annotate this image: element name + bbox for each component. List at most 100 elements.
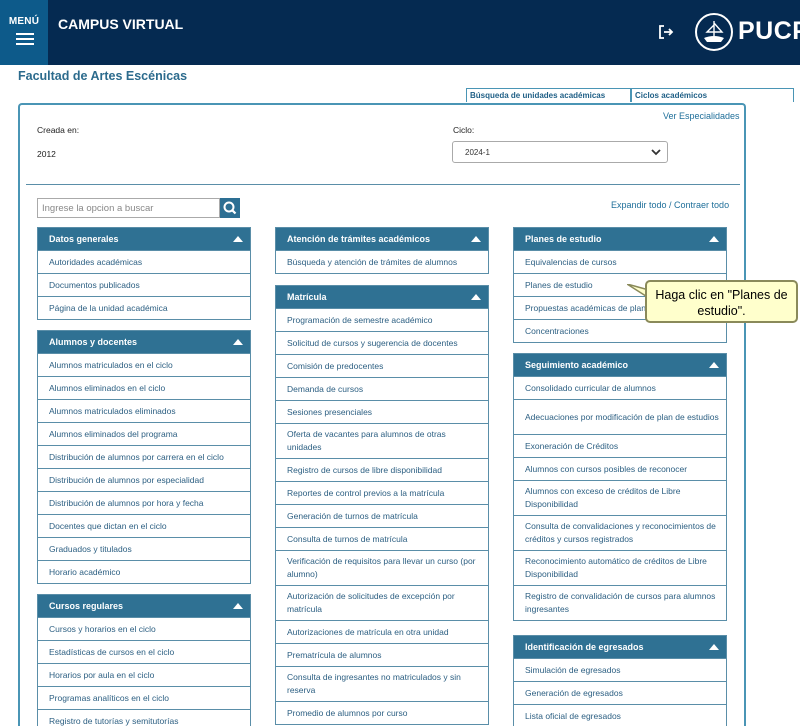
link-label: Distribución de alumnos por hora y fecha bbox=[49, 497, 204, 508]
panel-header[interactable]: Identificación de egresados bbox=[514, 636, 726, 658]
link-label: Autorización de solicitudes de excepción… bbox=[287, 591, 455, 614]
link-label: Búsqueda y atención de trámites de alumn… bbox=[287, 256, 458, 267]
link-distribucion-de-alumnos-por-especialidad[interactable]: Distribución de alumnos por especialidad bbox=[38, 468, 250, 491]
collapse-caret-icon[interactable] bbox=[709, 236, 719, 242]
panel-header[interactable]: Alumnos y docentes bbox=[38, 331, 250, 353]
link-programacion-de-semestre-academico[interactable]: Programación de semestre académico bbox=[276, 308, 488, 331]
link-cursos-y-horarios-en-el-ciclo[interactable]: Cursos y horarios en el ciclo bbox=[38, 617, 250, 640]
link-alumnos-eliminados-en-el-ciclo[interactable]: Alumnos eliminados en el ciclo bbox=[38, 376, 250, 399]
collapse-caret-icon[interactable] bbox=[233, 603, 243, 609]
collapse-caret-icon[interactable] bbox=[709, 362, 719, 368]
link-alumnos-eliminados-del-programa[interactable]: Alumnos eliminados del programa bbox=[38, 422, 250, 445]
search-input[interactable]: Ingrese la opcion a buscar bbox=[37, 198, 220, 218]
ciclo-label: Ciclo: bbox=[453, 125, 475, 135]
ciclo-select[interactable]: 2024-1 bbox=[452, 141, 668, 163]
link-generacion-de-egresados[interactable]: Generación de egresados bbox=[514, 681, 726, 704]
top-tabs: Búsqueda de unidades académicas Ciclos a… bbox=[466, 88, 794, 102]
link-promedio-de-alumnos-por-curso[interactable]: Promedio de alumnos por curso bbox=[276, 701, 488, 724]
link-generacion-de-turnos-de-matricula[interactable]: Generación de turnos de matrícula bbox=[276, 504, 488, 527]
link-exoneracion-de-creditos[interactable]: Exoneración de Créditos bbox=[514, 434, 726, 457]
link-label: Consulta de turnos de matrícula bbox=[287, 533, 408, 544]
link-autorizaciones-de-matricula-en-otra-unidad[interactable]: Autorizaciones de matrícula en otra unid… bbox=[276, 620, 488, 643]
link-consolidado-curricular-de-alumnos[interactable]: Consolidado curricular de alumnos bbox=[514, 376, 726, 399]
panel-cursos-regulares: Cursos regulares Cursos y horarios en el … bbox=[37, 594, 251, 726]
collapse-caret-icon[interactable] bbox=[471, 294, 481, 300]
panel-atencion-tramites: Atención de trámites académicos Búsqueda … bbox=[275, 227, 489, 274]
link-adecuaciones-por-modificacion-de-plan-de-estudios[interactable]: Adecuaciones por modificación de plan de… bbox=[514, 399, 726, 434]
link-alumnos-matriculados-en-el-ciclo[interactable]: Alumnos matriculados en el ciclo bbox=[38, 353, 250, 376]
panel-header[interactable]: Planes de estudio bbox=[514, 228, 726, 250]
panel-header[interactable]: Seguimiento académico bbox=[514, 354, 726, 376]
panel-header[interactable]: Datos generales bbox=[38, 228, 250, 250]
link-distribucion-de-alumnos-por-carrera-en-el-ciclo[interactable]: Distribución de alumnos por carrera en e… bbox=[38, 445, 250, 468]
link-documentos-publicados[interactable]: Documentos publicados bbox=[38, 273, 250, 296]
link-registro-de-convalidacion-de-cursos-para-alumnos-ingresantes[interactable]: Registro de convalidación de cursos para… bbox=[514, 585, 726, 620]
link-consulta-de-convalidaciones-y-reconocimientos-de-creditos-y-cursos-registrados[interactable]: Consulta de convalidaciones y reconocimi… bbox=[514, 515, 726, 550]
link-comision-de-predocentes[interactable]: Comisión de predocentes bbox=[276, 354, 488, 377]
link-label: Programación de semestre académico bbox=[287, 314, 433, 325]
link-alumnos-con-cursos-posibles-de-reconocer[interactable]: Alumnos con cursos posibles de reconocer bbox=[514, 457, 726, 480]
panel-alumnos-docentes: Alumnos y docentes Alumnos matriculados e… bbox=[37, 330, 251, 584]
link-horario-academico[interactable]: Horario académico bbox=[38, 560, 250, 583]
link-oferta-de-vacantes-para-alumnos-de-otras-unidades[interactable]: Oferta de vacantes para alumnos de otras… bbox=[276, 423, 488, 458]
link-autorizacion-de-solicitudes-de-excepcion-por-matricula[interactable]: Autorización de solicitudes de excepción… bbox=[276, 585, 488, 620]
link-label: Alumnos con exceso de créditos de Libre … bbox=[525, 486, 681, 509]
link-registro-de-cursos-de-libre-disponibilidad[interactable]: Registro de cursos de libre disponibilid… bbox=[276, 458, 488, 481]
link-horarios-por-aula-en-el-ciclo[interactable]: Horarios por aula en el ciclo bbox=[38, 663, 250, 686]
panel-header[interactable]: Matrícula bbox=[276, 286, 488, 308]
link-label: Promedio de alumnos por curso bbox=[287, 707, 408, 718]
link-simulacion-de-egresados[interactable]: Simulación de egresados bbox=[514, 658, 726, 681]
link-label: Autorizaciones de matrícula en otra unid… bbox=[287, 626, 449, 637]
link-label: Alumnos eliminados del programa bbox=[49, 428, 178, 439]
panel-header[interactable]: Cursos regulares bbox=[38, 595, 250, 617]
collapse-caret-icon[interactable] bbox=[709, 644, 719, 650]
collapse-caret-icon[interactable] bbox=[233, 339, 243, 345]
link-busqueda-y-atencion-de-tramites-de-alumnos[interactable]: Búsqueda y atención de trámites de alumn… bbox=[276, 250, 488, 273]
expand-collapse-links[interactable]: Expandir todo / Contraer todo bbox=[611, 200, 729, 210]
link-consulta-de-ingresantes-no-matriculados-y-sin-reserva[interactable]: Consulta de ingresantes no matriculados … bbox=[276, 666, 488, 701]
link-label: Documentos publicados bbox=[49, 279, 140, 290]
link-verificacion-de-requisitos-para-llevar-un-curso-por-alumno[interactable]: Verificación de requisitos para llevar u… bbox=[276, 550, 488, 585]
ciclo-select-value: 2024-1 bbox=[465, 148, 490, 157]
link-solicitud-de-cursos-y-sugerencia-de-docentes[interactable]: Solicitud de cursos y sugerencia de doce… bbox=[276, 331, 488, 354]
link-equivalencias-de-cursos[interactable]: Equivalencias de cursos bbox=[514, 250, 726, 273]
panel-title: Alumnos y docentes bbox=[49, 337, 138, 347]
link-reportes-de-control-previos-a-la-matricula[interactable]: Reportes de control previos a la matrícu… bbox=[276, 481, 488, 504]
tab-busqueda-unidades[interactable]: Búsqueda de unidades académicas bbox=[466, 88, 631, 102]
panel-title: Seguimiento académico bbox=[525, 360, 629, 370]
link-distribucion-de-alumnos-por-hora-y-fecha[interactable]: Distribución de alumnos por hora y fecha bbox=[38, 491, 250, 514]
menu-button[interactable]: MENÚ bbox=[0, 0, 48, 65]
tab-ciclos-academicos[interactable]: Ciclos académicos bbox=[631, 88, 794, 102]
link-graduados-y-titulados[interactable]: Graduados y titulados bbox=[38, 537, 250, 560]
link-pagina-de-la-unidad-academica[interactable]: Página de la unidad académica bbox=[38, 296, 250, 319]
link-label: Distribución de alumnos por especialidad bbox=[49, 474, 204, 485]
link-sesiones-presenciales[interactable]: Sesiones presenciales bbox=[276, 400, 488, 423]
link-registro-de-tutorias-y-semitutorias[interactable]: Registro de tutorías y semitutorías bbox=[38, 709, 250, 726]
link-lista-oficial-de-egresados[interactable]: Lista oficial de egresados bbox=[514, 704, 726, 726]
link-alumnos-matriculados-eliminados[interactable]: Alumnos matriculados eliminados bbox=[38, 399, 250, 422]
link-demanda-de-cursos[interactable]: Demanda de cursos bbox=[276, 377, 488, 400]
hamburger-icon bbox=[16, 33, 34, 48]
link-prematricula-de-alumnos[interactable]: Prematrícula de alumnos bbox=[276, 643, 488, 666]
collapse-caret-icon[interactable] bbox=[471, 236, 481, 242]
panel-title: Identificación de egresados bbox=[525, 642, 644, 652]
logo-text: PUCP bbox=[738, 17, 800, 45]
link-autoridades-academicas[interactable]: Autoridades académicas bbox=[38, 250, 250, 273]
link-label: Prematrícula de alumnos bbox=[287, 649, 382, 660]
link-programas-analiticos-en-el-ciclo[interactable]: Programas analíticos en el ciclo bbox=[38, 686, 250, 709]
link-alumnos-con-exceso-de-creditos-de-libre-disponibilidad[interactable]: Alumnos con exceso de créditos de Libre … bbox=[514, 480, 726, 515]
collapse-caret-icon[interactable] bbox=[233, 236, 243, 242]
ver-especialidades-link[interactable]: Ver Especialidades bbox=[663, 111, 740, 121]
link-docentes-que-dictan-en-el-ciclo[interactable]: Docentes que dictan en el ciclo bbox=[38, 514, 250, 537]
search-button[interactable] bbox=[220, 198, 240, 218]
panel-header[interactable]: Atención de trámites académicos bbox=[276, 228, 488, 250]
page-title: Facultad de Artes Escénicas bbox=[18, 69, 188, 83]
link-consulta-de-turnos-de-matricula[interactable]: Consulta de turnos de matrícula bbox=[276, 527, 488, 550]
link-label: Alumnos eliminados en el ciclo bbox=[49, 382, 166, 393]
link-estadisticas-de-cursos-en-el-ciclo[interactable]: Estadísticas de cursos en el ciclo bbox=[38, 640, 250, 663]
link-label: Simulación de egresados bbox=[525, 664, 621, 675]
link-label: Sesiones presenciales bbox=[287, 406, 373, 417]
link-reconocimiento-automatico-de-creditos-de-libre-disponibilidad[interactable]: Reconocimiento automático de créditos de… bbox=[514, 550, 726, 585]
link-label: Consulta de convalidaciones y reconocimi… bbox=[525, 521, 716, 544]
logout-icon[interactable] bbox=[656, 22, 676, 42]
